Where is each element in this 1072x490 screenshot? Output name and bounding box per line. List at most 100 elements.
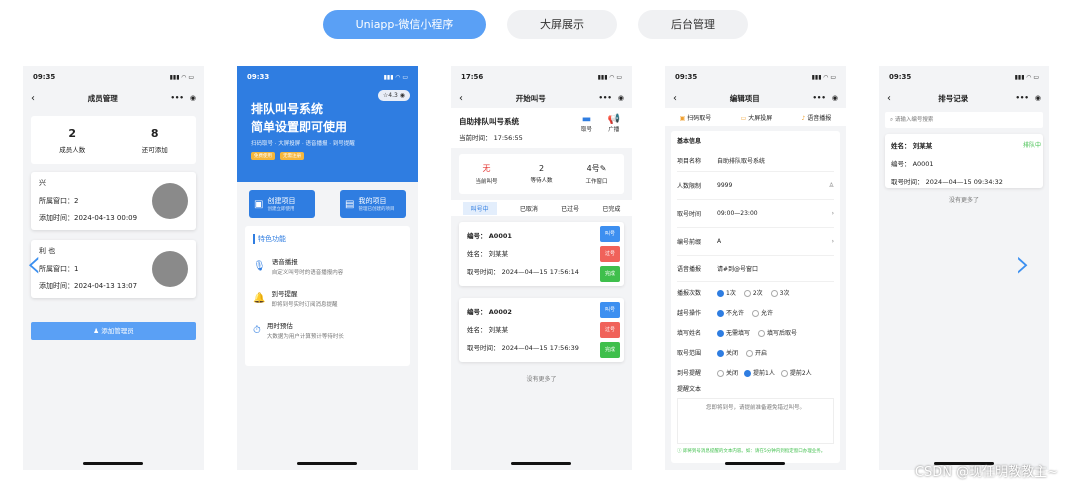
member-stats: 2 成员人数 8 还可添加	[31, 116, 196, 164]
create-project-button[interactable]: ▣ 创建项目 创建立即使用	[249, 190, 315, 218]
home-indicator	[511, 462, 571, 465]
close-circle-icon[interactable]: ◉	[832, 94, 838, 102]
field-project-name[interactable]: 自助排队取号系统	[717, 156, 765, 165]
call-button[interactable]: 叫号	[600, 302, 620, 318]
radio-label: 提前1人	[753, 369, 775, 377]
filter-passed[interactable]: 已过号	[561, 204, 579, 213]
form-row: 项目名称 自助排队取号系统	[677, 150, 834, 172]
skip-button[interactable]: 过号	[600, 246, 620, 262]
chevron-right-icon: ›	[831, 238, 834, 245]
close-circle-icon[interactable]: ◉	[618, 94, 624, 102]
my-projects-button[interactable]: ▤ 我的项目 管理已创建的项目	[340, 190, 406, 218]
add-admin-button[interactable]: ♟ 添加管理员	[31, 322, 196, 340]
radio-option[interactable]: 提前1人	[744, 368, 775, 377]
prev-arrow-icon[interactable]: ‹	[26, 244, 42, 284]
status-badge: 排队中	[1022, 142, 1041, 149]
radio-option[interactable]: 1次	[717, 288, 736, 297]
broadcast-label: 广播	[608, 127, 620, 133]
back-icon[interactable]: ‹	[887, 93, 891, 104]
ticket-action[interactable]: ▬ 取号	[581, 114, 592, 133]
radio-label: 3次	[779, 289, 790, 297]
radio-option[interactable]: 3次	[770, 288, 790, 297]
tab-big-screen[interactable]: 大屏展示	[507, 10, 617, 39]
feature-title: 用时预估	[266, 322, 293, 330]
record-card[interactable]: 姓名： 刘某某 排队中 编号： A0001 取号时间： 2024—04—15 0…	[885, 134, 1043, 188]
radio-option[interactable]: 关闭	[717, 348, 738, 357]
field-limit[interactable]: 9999	[717, 182, 829, 189]
capsule-menu[interactable]: ••• ◉	[598, 94, 624, 102]
field-time[interactable]: 09:00—23:00	[717, 210, 832, 217]
call-button[interactable]: 叫号	[600, 226, 620, 242]
close-circle-icon[interactable]: ◉	[400, 92, 405, 99]
filter-done[interactable]: 已完成	[602, 204, 620, 213]
feature-desc: 即将到号实时订阅消息提醒	[271, 302, 338, 308]
capsule-menu[interactable]: ••• ◉	[812, 94, 838, 102]
queue-stats: 无当前叫号 2 等待人数 4号✎ 工作窗口	[459, 154, 624, 194]
back-icon[interactable]: ‹	[459, 93, 463, 104]
radio-option[interactable]: 允许	[752, 308, 773, 317]
bell-icon: 🔔	[253, 292, 266, 304]
more-icon[interactable]: •••	[1015, 94, 1028, 102]
done-button[interactable]: 完成	[600, 342, 620, 358]
status-time: 09:35	[889, 73, 912, 81]
list-end: 没有更多了	[948, 197, 979, 204]
filter-calling[interactable]: 叫号中	[462, 201, 497, 215]
add-admin-label: 添加管理员	[101, 327, 134, 335]
more-icon[interactable]: •••	[598, 94, 611, 102]
skip-button[interactable]: 过号	[600, 322, 620, 338]
radio-option[interactable]: 无需填写	[717, 328, 750, 337]
nav-bar: ‹ 成员管理 ••• ◉	[23, 88, 204, 108]
home-indicator	[297, 462, 357, 465]
feature-title: 到号提醒	[271, 290, 298, 298]
ticket-action-label: 取号	[580, 127, 592, 133]
member-card[interactable]: 兴 所属窗口：2 添加时间：2024-04-13 00:09	[31, 172, 196, 230]
toolbar-label: 大屏投屏	[748, 114, 773, 122]
toolbar-screen[interactable]: ▭ 大屏投屏	[741, 113, 773, 122]
create-sub: 创建立即使用	[267, 207, 295, 212]
field-voice[interactable]: 请#到@号窗口	[717, 264, 758, 273]
radio-option[interactable]: 关闭	[717, 368, 738, 377]
capsule-menu[interactable]: ☆4.3 ◉	[377, 90, 410, 101]
record-time: 取号时间： 2024—04—15 09:34:32	[891, 178, 1003, 186]
more-icon[interactable]: •••	[812, 94, 825, 102]
toolbar-scan[interactable]: ▣ 扫码取号	[680, 113, 712, 122]
project-name: 自助排队叫号系统	[459, 117, 519, 126]
ticket-number: 编号： A0002	[467, 308, 512, 316]
radio-label: 关闭	[726, 369, 739, 377]
broadcast-action[interactable]: 📢 广播	[608, 114, 620, 133]
status-time: 09:35	[33, 73, 56, 81]
toolbar-voice[interactable]: ♪ 语音播报	[802, 113, 832, 122]
section-title: 基本信息	[677, 138, 702, 145]
edit-icon[interactable]: ✎	[600, 164, 607, 173]
timer-icon: ⏱	[253, 324, 261, 336]
radio-option[interactable]: 不允许	[717, 308, 744, 317]
tab-admin[interactable]: 后台管理	[638, 10, 748, 39]
done-button[interactable]: 完成	[600, 266, 620, 282]
radio-option[interactable]: 开启	[746, 348, 767, 357]
back-icon[interactable]: ‹	[673, 93, 677, 104]
radio-row: 到号提醒 关闭 提前1人 提前2人	[677, 362, 834, 382]
radio-icon	[746, 349, 754, 357]
capsule-menu[interactable]: ••• ◉	[170, 94, 196, 102]
close-circle-icon[interactable]: ◉	[190, 94, 196, 102]
project-form: 基本信息 项目名称 自助排队取号系统 人数限制 9999 ♙ 取号时间 09:00—23…	[671, 131, 840, 463]
member-card[interactable]: 利 也 所属窗口：1 添加时间：2024-04-13 13:07	[31, 240, 196, 298]
back-icon[interactable]: ‹	[31, 93, 35, 104]
close-circle-icon[interactable]: ◉	[1035, 94, 1041, 102]
radio-option[interactable]: 2次	[743, 288, 763, 297]
capsule-menu[interactable]: ••• ◉	[1015, 94, 1041, 102]
field-label: 取号时间	[677, 211, 702, 218]
remind-textarea[interactable]: 您即将到号，请提前准备避免错过叫号。	[677, 398, 834, 444]
next-arrow-icon[interactable]: ›	[1015, 244, 1031, 284]
radio-option[interactable]: 填写后取号	[758, 328, 797, 337]
radio-label: 提前2人	[789, 369, 812, 377]
tab-uniapp[interactable]: Uniapp-微信小程序	[323, 10, 486, 39]
filter-cancelled[interactable]: 已取消	[520, 204, 538, 213]
radio-option[interactable]: 提前2人	[780, 368, 812, 377]
radio-label: 关闭	[726, 349, 739, 357]
search-input[interactable]: ⌕ 请输入编号搜索	[885, 112, 1043, 128]
more-icon[interactable]: •••	[170, 94, 183, 102]
field-prefix[interactable]: A	[717, 238, 832, 245]
stat-label: 当前叫号	[475, 179, 498, 185]
toolbar-label: 语音播报	[807, 114, 832, 122]
